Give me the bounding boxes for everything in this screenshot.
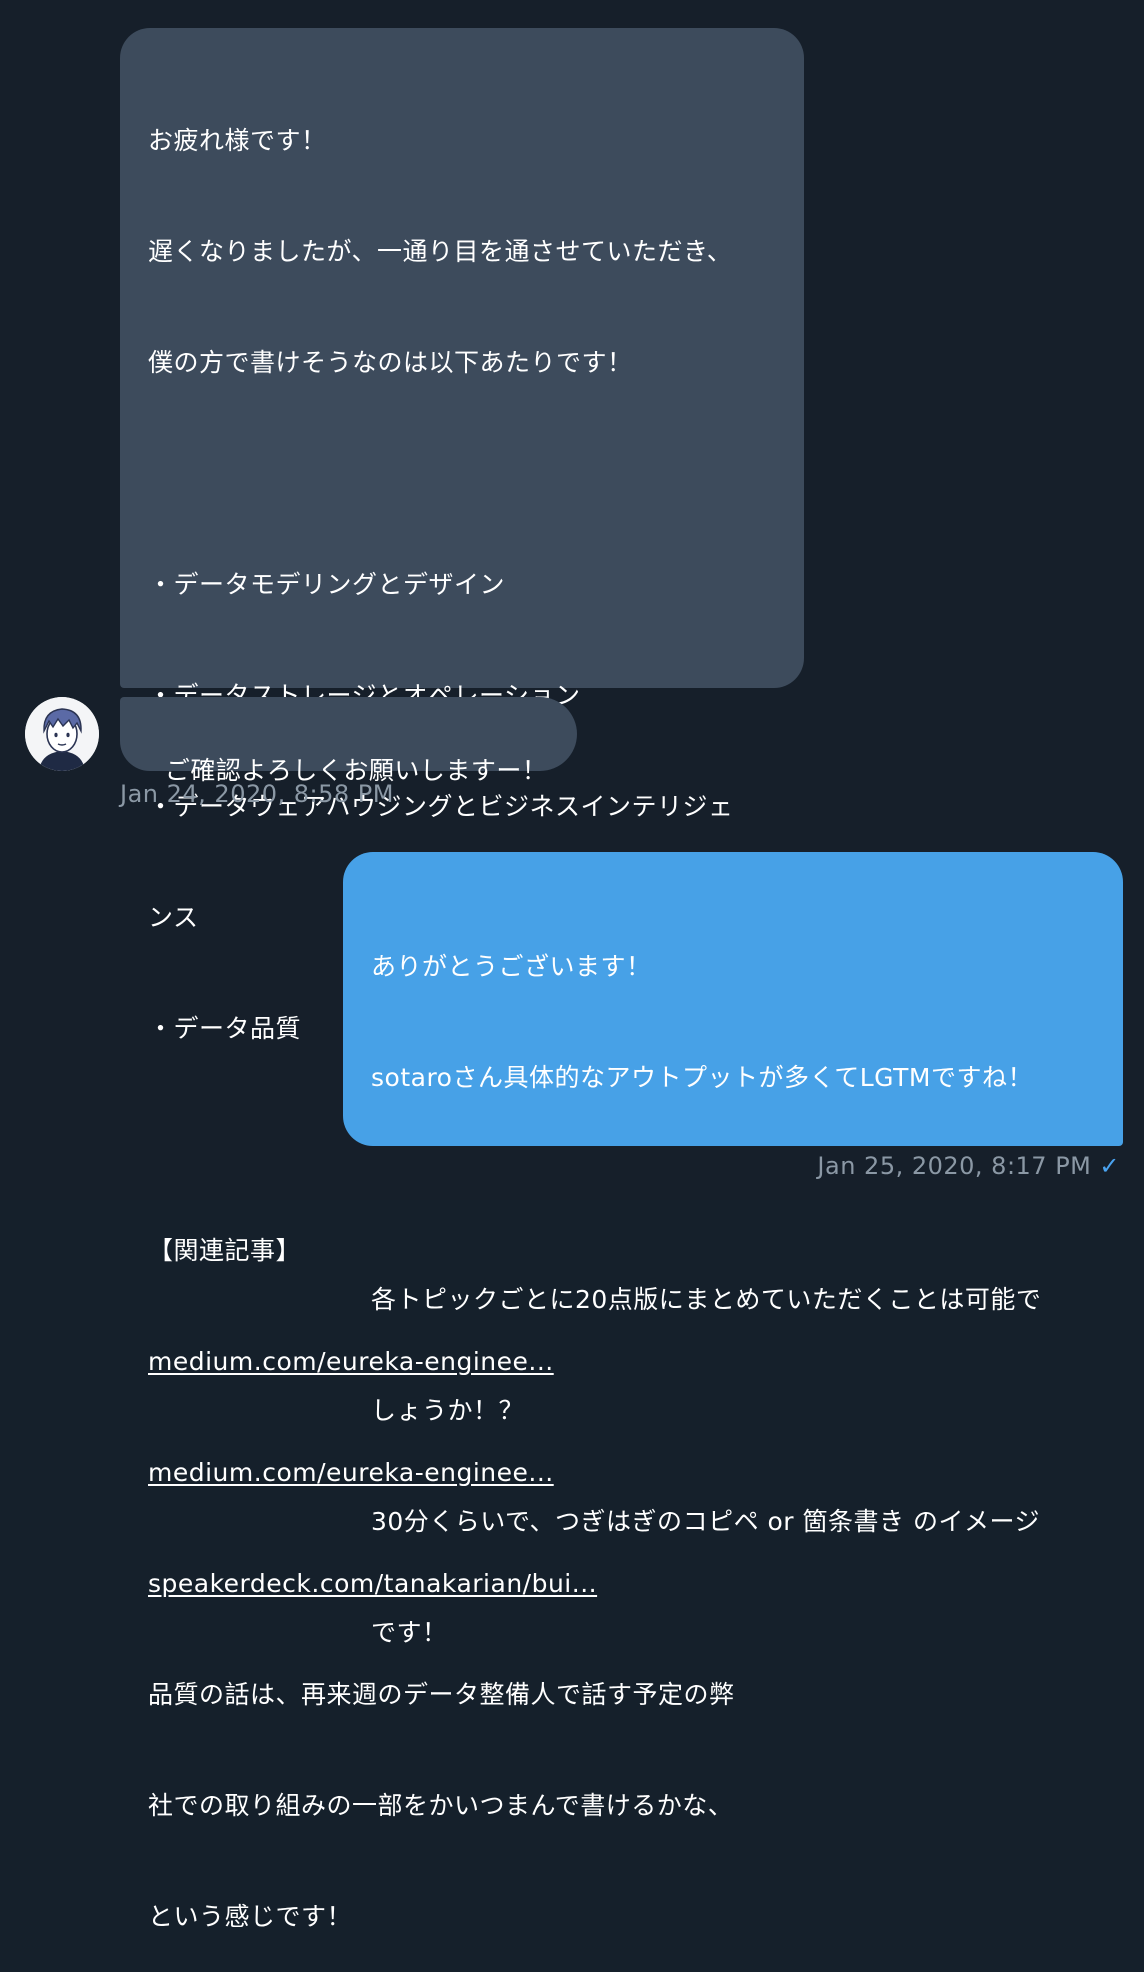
message-line: しょうか！？ — [371, 1396, 525, 1425]
message-line: です！ — [371, 1618, 448, 1647]
message-line: ・データモデリングとデザイン — [148, 570, 506, 599]
person-avatar-icon — [25, 697, 99, 771]
message-line: 各トピックごとに20点版にまとめていただくことは可能で — [371, 1285, 1042, 1314]
outgoing-message-bubble: ありがとうございます！ sotaroさん具体的なアウトプットが多くてLGTMです… — [343, 852, 1123, 1647]
article-link[interactable]: medium.com/eureka-enginee... — [148, 1458, 554, 1487]
message-line: 30分くらいで、つぎはぎのコピペ or 箇条書き のイメージ — [371, 1507, 1040, 1536]
message-line: という感じです！ — [148, 1902, 353, 1931]
checkmark-icon: ✓ — [1099, 1152, 1120, 1180]
message-line: 【関連記事】 — [148, 1236, 302, 1265]
incoming-message-bubble: お疲れ様です！ 遅くなりましたが、一通り目を通させていただき、 僕の方で書けそう… — [120, 28, 804, 1931]
message-line: sotaroさん具体的なアウトプットが多くてLGTMですね！ — [371, 1063, 1033, 1092]
message-line: ありがとうございます！ — [371, 952, 652, 981]
message-line — [148, 455, 776, 492]
message-timestamp: Jan 25, 2020, 8:17 PM — [817, 1152, 1092, 1180]
message-line: 遅くなりましたが、一通り目を通させていただき、 — [148, 237, 733, 266]
message-timestamp: Jan 24, 2020, 8:58 PM — [120, 780, 394, 808]
message-line: 僕の方で書けそうなのは以下あたりです！ — [148, 348, 633, 377]
article-link[interactable]: speakerdeck.com/tanakarian/bui... — [148, 1569, 597, 1598]
message-line: お疲れ様です！ — [148, 126, 327, 155]
article-link[interactable]: medium.com/eureka-enginee... — [148, 1347, 554, 1376]
sender-avatar[interactable] — [25, 697, 99, 771]
message-line: 品質の話は、再来週のデータ整備人で話す予定の弊 — [148, 1680, 735, 1709]
message-timestamp-row: Jan 25, 2020, 8:17 PM ✓ — [817, 1152, 1120, 1180]
incoming-message-bubble: ご確認よろしくお願いしますー！ — [120, 697, 577, 785]
message-line: 社での取り組みの一部をかいつまんで書けるかな、 — [148, 1791, 734, 1820]
